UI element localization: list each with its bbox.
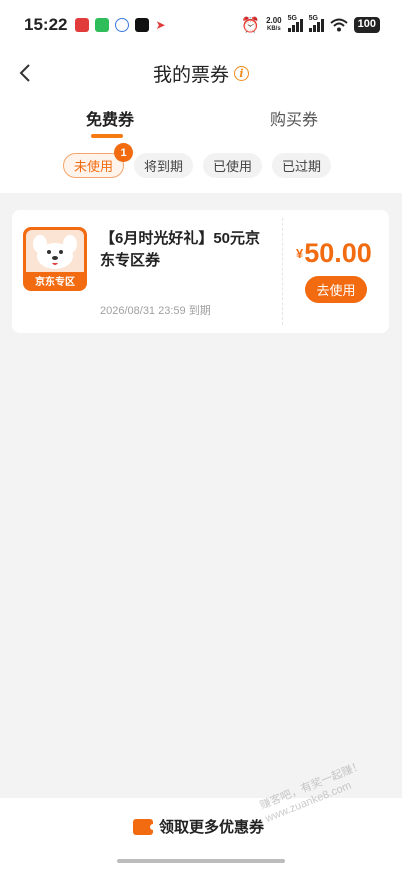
signal-icon: 5G [287, 15, 303, 32]
filter-used[interactable]: 已使用 [203, 153, 263, 178]
home-indicator[interactable] [117, 859, 285, 863]
filter-chips: 未使用 1 将到期 已使用 已过期 [63, 143, 332, 178]
bottom-bar: 领取更多优惠券 [0, 798, 402, 873]
filter-used-label: 已使用 [213, 159, 253, 174]
filter-expiring[interactable]: 将到期 [134, 153, 194, 178]
coupon-amount: 50.00 [304, 238, 372, 268]
tab-active-indicator [91, 134, 123, 138]
nav-bar: 我的票券 i [0, 50, 402, 96]
get-more-coupons-label: 领取更多优惠券 [159, 819, 265, 836]
use-coupon-button[interactable]: 去使用 [305, 276, 367, 303]
sim2-label: 5G [308, 15, 318, 22]
status-bar: 15:22 ➤ ⏰ 2.00 KB/s 5G 5G 100 [0, 0, 402, 50]
filter-unused[interactable]: 未使用 1 [63, 143, 134, 178]
coupon-price: ¥50.00 [296, 238, 372, 269]
tab-free-coupons[interactable]: 免费券 [86, 106, 134, 130]
back-arrow-icon [19, 64, 30, 82]
count-badge: 1 [114, 143, 134, 162]
notification-icons: ➤ [75, 18, 166, 32]
info-icon[interactable]: i [234, 65, 249, 81]
wechat-icon [95, 18, 110, 32]
app-notification-icon: ➤ [155, 18, 166, 32]
coupon-expiry: 2026/08/31 23:59 到期 [100, 305, 211, 317]
status-time: 15:22 [24, 15, 68, 34]
net-speed-value: 2.00 [266, 16, 282, 25]
tab-bar: 免费券 购买券 [0, 96, 402, 140]
tab-purchased-coupons[interactable]: 购买券 [270, 106, 318, 130]
battery-indicator: 100 [353, 17, 380, 33]
filter-expired-label: 已过期 [282, 159, 322, 174]
coupon-title: 【6月时光好礼】50元京东专区券 [100, 230, 261, 269]
app-notification-icon [75, 18, 90, 32]
status-right: ⏰ 2.00 KB/s 5G 5G 100 [241, 15, 380, 34]
signal-icon: 5G [308, 15, 324, 32]
filter-expired[interactable]: 已过期 [272, 153, 332, 178]
coupon-image-label: 京东专区 [35, 277, 75, 288]
wifi-icon [329, 18, 348, 32]
net-speed-unit: KB/s [267, 26, 281, 32]
filter-unused-label: 未使用 [74, 159, 114, 174]
alarm-icon: ⏰ [241, 17, 261, 34]
currency-symbol: ¥ [296, 246, 304, 261]
get-more-coupons-button[interactable]: 领取更多优惠券 [133, 816, 264, 837]
coupon-card[interactable]: 京东专区 【6月时光好礼】50元京东专区券 2026/08/31 23:59 到… [12, 210, 389, 333]
jd-mascot-icon [26, 230, 84, 272]
page-title: 我的票券 [152, 64, 229, 86]
filter-expiring-label: 将到期 [144, 159, 184, 174]
app-notification-icon [115, 18, 130, 32]
card-divider [282, 218, 283, 325]
tiktok-icon [135, 18, 150, 32]
ticket-icon [133, 818, 156, 835]
net-speed: 2.00 KB/s [266, 17, 282, 33]
coupon-image: 京东专区 [23, 227, 87, 291]
sim1-label: 5G [287, 15, 297, 22]
back-button[interactable] [10, 58, 40, 88]
